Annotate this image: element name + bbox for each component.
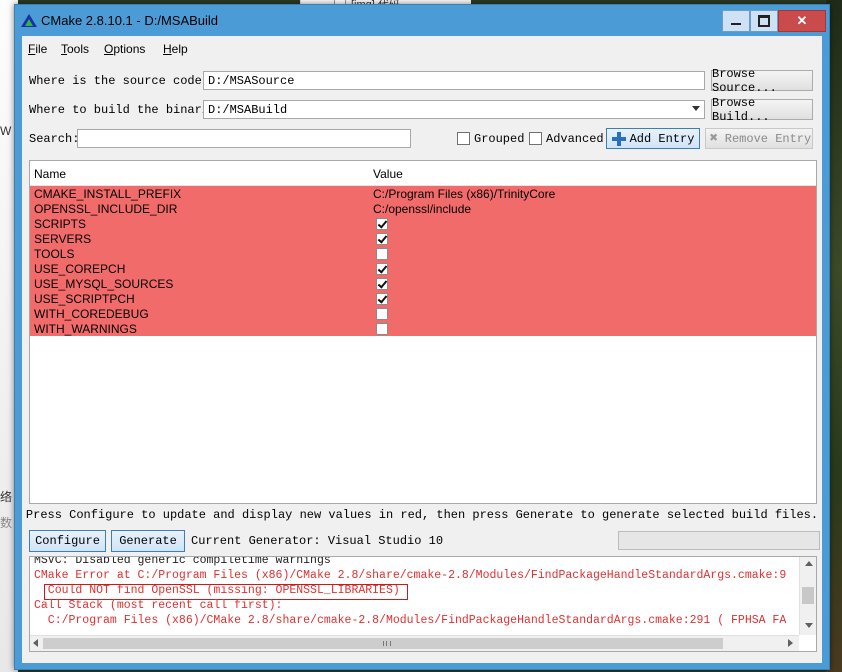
status-hint: Press Configure to update and display ne… [25,508,819,522]
current-generator: Current Generator: Visual Studio 10 [191,534,444,548]
error-highlight-box [44,584,408,600]
row-name: SCRIPTS [34,217,87,231]
row-value-checkbox[interactable] [376,293,388,305]
table-row[interactable]: SERVERS [30,231,816,246]
source-path-input[interactable]: D:/MSASource [203,71,705,90]
scroll-left-icon[interactable] [33,639,38,647]
row-name: USE_SCRIPTPCH [34,292,135,306]
row-value-checkbox[interactable] [376,278,388,290]
row-name: TOOLS [34,247,75,261]
menu-bar: File Tools Options Help [22,36,822,60]
search-input[interactable] [77,129,411,148]
grip-icon [383,641,391,646]
configure-button[interactable]: Configure [29,530,106,552]
plus-icon [611,131,626,146]
add-entry-label: Add Entry [629,131,695,146]
background-text-fragment: 数 [0,516,13,530]
row-value-checkbox[interactable] [376,233,388,245]
scroll-right-icon[interactable] [788,639,793,647]
table-row[interactable]: USE_SCRIPTPCH [30,291,816,306]
maximize-button[interactable] [750,10,778,32]
log-horizontal-scrollbar[interactable] [30,635,799,651]
remove-entry-button: ✖ Remove Entry [705,128,813,149]
row-name: WITH_WARNINGS [34,322,137,336]
scroll-thumb[interactable] [43,638,723,649]
table-row[interactable]: TOOLS [30,246,816,261]
menu-help[interactable]: Help [163,42,188,56]
background-text-fragment: W [0,124,12,138]
table-row[interactable]: CMAKE_INSTALL_PREFIX C:/Program Files (x8… [30,186,816,201]
row-name: OPENSSL_INCLUDE_DIR [34,202,178,216]
build-path-value: D:/MSABuild [208,103,288,117]
row-value-checkbox[interactable] [376,308,388,320]
maximize-icon [758,15,770,27]
title-bar[interactable]: CMake 2.8.10.1 - D:/MSABuild ✕ [15,5,829,35]
cmake-window: CMake 2.8.10.1 - D:/MSABuild ✕ File Tool… [14,4,830,670]
browse-build-button[interactable]: Browse Build... [711,96,813,124]
row-name: USE_MYSQL_SOURCES [34,277,174,291]
source-label: Where is the source code: [29,74,210,88]
table-row[interactable]: WITH_COREDEBUG [30,306,816,321]
progress-bar [618,531,820,550]
minimize-button[interactable] [722,10,750,32]
build-label: Where to build the binaries: [29,103,231,117]
advanced-checkbox[interactable] [529,132,542,145]
remove-icon: ✖ [709,130,718,147]
remove-entry-label: Remove Entry [724,131,812,146]
background-text-fragment: 络 [0,490,13,504]
row-value-checkbox[interactable] [376,263,388,275]
browse-source-button[interactable]: Browse Source... [711,67,813,95]
log-line: Call Stack (most recent call first): [34,599,283,612]
scroll-thumb[interactable] [802,587,814,604]
log-line: MSVC: Disabled generic compiletime warni… [34,556,331,567]
row-name: WITH_COREDEBUG [34,307,149,321]
scroll-up-icon[interactable] [805,561,813,566]
column-header-value[interactable]: Value [373,167,403,181]
log-line: CMake Error at C:/Program Files (x86)/CM… [34,569,787,582]
grouped-label: Grouped [474,132,525,146]
row-name: CMAKE_INSTALL_PREFIX [34,187,182,201]
window-title: CMake 2.8.10.1 - D:/MSABuild [41,13,219,28]
menu-options[interactable]: Options [104,42,145,56]
table-row[interactable]: WITH_WARNINGS [30,321,816,336]
row-value[interactable]: C:/Program Files (x86)/TrinityCore [373,187,555,201]
cmake-logo-icon [21,14,37,27]
search-label: Search: [29,132,80,146]
row-name: USE_COREPCH [34,262,126,276]
chevron-down-icon[interactable] [692,106,700,111]
menu-tools[interactable]: Tools [61,42,89,56]
table-row[interactable]: USE_COREPCH [30,261,816,276]
generate-button[interactable]: Generate [111,530,185,552]
column-header-name[interactable]: Name [34,167,66,181]
table-row[interactable]: SCRIPTS [30,216,816,231]
row-value-checkbox[interactable] [376,248,388,260]
row-value-checkbox[interactable] [376,218,388,230]
add-entry-button[interactable]: Add Entry [606,128,700,149]
table-row[interactable]: USE_MYSQL_SOURCES [30,276,816,291]
row-value[interactable]: C:/openssl/include [373,202,471,216]
row-name: SERVERS [34,232,92,246]
menu-file[interactable]: File [28,42,47,56]
grouped-checkbox[interactable] [457,132,470,145]
build-path-select[interactable]: D:/MSABuild [203,100,705,119]
advanced-label: Advanced [546,132,604,146]
cache-table[interactable]: Name Value CMAKE_INSTALL_PREFIX C:/Progra… [29,160,817,504]
main-panel: File Tools Options Help Where is the sou… [22,36,822,663]
row-value-checkbox[interactable] [376,323,388,335]
close-button[interactable]: ✕ [778,10,826,32]
close-icon: ✕ [796,13,808,28]
table-row[interactable]: OPENSSL_INCLUDE_DIR C:/openssl/include [30,201,816,216]
scroll-down-icon[interactable] [805,623,813,628]
table-header: Name Value [30,161,816,186]
log-line: C:/Program Files (x86)/CMake 2.8/share/c… [34,614,787,627]
minimize-icon [731,23,741,25]
log-vertical-scrollbar[interactable] [799,557,816,635]
output-log[interactable]: MSVC: Disabled generic compiletime warni… [29,556,817,652]
